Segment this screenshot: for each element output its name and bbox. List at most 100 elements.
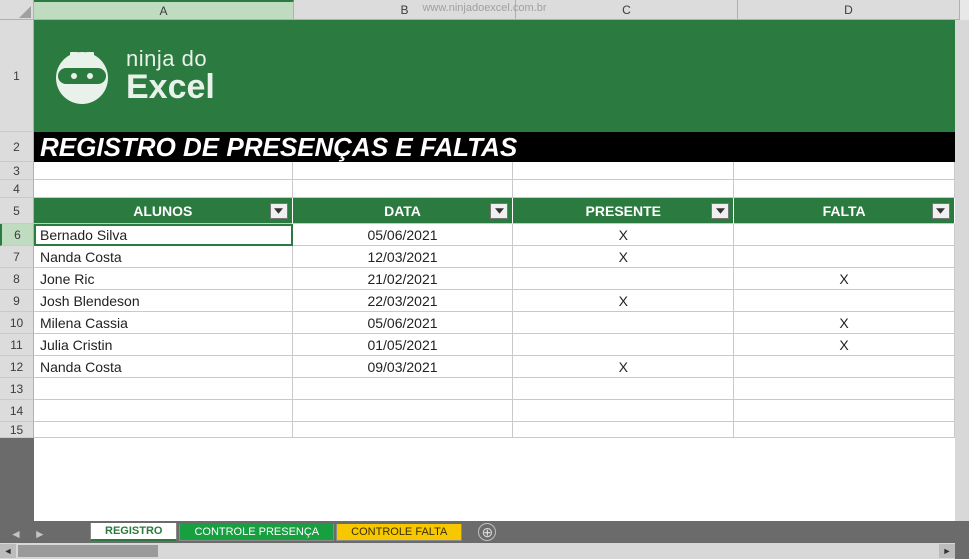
cell-presente[interactable]: X (513, 246, 734, 268)
cell-aluno[interactable]: Jone Ric (34, 268, 293, 290)
tab-label: CONTROLE FALTA (351, 526, 447, 538)
cell-falta[interactable]: X (734, 334, 955, 356)
sheet-prev-icon[interactable]: ◄ (10, 527, 22, 541)
filter-button-presente[interactable] (711, 203, 729, 219)
row-header[interactable]: 2 (0, 132, 34, 162)
sheet-next-icon[interactable]: ► (34, 527, 46, 541)
header-presente[interactable]: PRESENTE (513, 198, 734, 224)
cell-presente[interactable]: X (513, 290, 734, 312)
header-falta-label: FALTA (823, 203, 866, 219)
cell-falta[interactable] (734, 224, 955, 246)
table-row: Nanda Costa09/03/2021X (34, 356, 955, 378)
vertical-scrollbar[interactable] (955, 20, 969, 521)
row-header[interactable]: 14 (0, 400, 34, 422)
logo-line2: Excel (126, 70, 215, 106)
table-row: Julia Cristin01/05/2021 X (34, 334, 955, 356)
cell-presente[interactable] (513, 334, 734, 356)
row-header[interactable]: 4 (0, 180, 34, 198)
row-header[interactable]: 11 (0, 334, 34, 356)
select-all-button[interactable] (0, 0, 34, 20)
cell-falta[interactable]: X (734, 312, 955, 334)
logo-row: ninja do Excel (34, 20, 955, 132)
column-header[interactable]: D (738, 0, 960, 20)
row-header[interactable]: 6 (0, 224, 34, 246)
chevron-down-icon (936, 208, 945, 214)
cell-falta[interactable] (734, 246, 955, 268)
chevron-down-icon (716, 208, 725, 214)
cell-aluno[interactable]: Bernado Silva (34, 224, 293, 246)
row-header[interactable]: 12 (0, 356, 34, 378)
row-header[interactable]: 10 (0, 312, 34, 334)
scroll-thumb[interactable] (18, 545, 158, 557)
cell-aluno[interactable]: Milena Cassia (34, 312, 293, 334)
cell-data[interactable]: 22/03/2021 (293, 290, 514, 312)
header-data[interactable]: DATA (293, 198, 514, 224)
add-sheet-button[interactable]: ⊕ (478, 523, 496, 541)
column-header[interactable]: A (34, 0, 294, 20)
table-row: Jone Ric21/02/2021 X (34, 268, 955, 290)
blank-row-14 (34, 400, 955, 422)
column-header[interactable]: B (294, 0, 516, 20)
tab-controle-falta[interactable]: CONTROLE FALTA (336, 524, 462, 541)
cell-data[interactable]: 01/05/2021 (293, 334, 514, 356)
row-header[interactable]: 3 (0, 162, 34, 180)
scroll-right-button[interactable]: ► (939, 544, 955, 558)
cell-presente[interactable] (513, 268, 734, 290)
sheet-nav-arrows[interactable]: ◄ ► (10, 527, 46, 541)
row-header[interactable]: 7 (0, 246, 34, 268)
cell-aluno[interactable]: Josh Blendeson (34, 290, 293, 312)
cell-data[interactable]: 12/03/2021 (293, 246, 514, 268)
page-title: REGISTRO DE PRESENÇAS E FALTAS (34, 132, 955, 162)
tab-label: CONTROLE PRESENÇA (194, 526, 319, 538)
cell-data[interactable]: 05/06/2021 (293, 224, 514, 246)
excel-window: www.ninjadoexcel.com.br ABCD 12345678910… (0, 0, 969, 559)
cell-presente[interactable]: X (513, 356, 734, 378)
header-presente-label: PRESENTE (586, 203, 661, 219)
filter-button-falta[interactable] (932, 203, 950, 219)
logo-cell: ninja do Excel (34, 20, 955, 132)
header-alunos[interactable]: ALUNOS (34, 198, 293, 224)
filter-button-alunos[interactable] (270, 203, 288, 219)
row-header[interactable]: 15 (0, 422, 34, 438)
header-falta[interactable]: FALTA (734, 198, 955, 224)
row-header[interactable]: 1 (0, 20, 34, 132)
tab-label: REGISTRO (105, 525, 162, 537)
logo-text: ninja do Excel (126, 47, 215, 106)
table-row: Josh Blendeson22/03/2021X (34, 290, 955, 312)
blank-row-15 (34, 422, 955, 438)
cell-data[interactable]: 05/06/2021 (293, 312, 514, 334)
cell-data[interactable]: 21/02/2021 (293, 268, 514, 290)
header-data-label: DATA (384, 203, 421, 219)
blank-row-13 (34, 378, 955, 400)
row-header[interactable]: 13 (0, 378, 34, 400)
row-header[interactable]: 8 (0, 268, 34, 290)
tab-registro[interactable]: REGISTRO (90, 523, 177, 541)
blank-row-3 (34, 162, 955, 180)
cell-presente[interactable]: X (513, 224, 734, 246)
cell-aluno[interactable]: Nanda Costa (34, 356, 293, 378)
row-header[interactable]: 9 (0, 290, 34, 312)
table-header-row: ALUNOS DATA PRESENTE FALTA (34, 198, 955, 224)
row-header[interactable]: 5 (0, 198, 34, 224)
cell-falta[interactable] (734, 290, 955, 312)
plus-icon: ⊕ (481, 524, 493, 541)
select-all-triangle-icon (19, 6, 31, 18)
spreadsheet-grid[interactable]: ninja do Excel REGISTRO DE PRESENÇAS E F… (34, 20, 955, 559)
scroll-left-button[interactable]: ◄ (0, 544, 16, 558)
tab-controle-presenca[interactable]: CONTROLE PRESENÇA (179, 524, 334, 541)
column-header[interactable]: C (516, 0, 738, 20)
horizontal-scrollbar[interactable]: ◄ ► (0, 543, 955, 559)
tab-bar: ◄ ► REGISTRO CONTROLE PRESENÇA CONTROLE … (0, 521, 969, 559)
header-alunos-label: ALUNOS (133, 203, 192, 219)
filter-button-data[interactable] (490, 203, 508, 219)
logo-line1: ninja do (126, 47, 215, 70)
title-row: REGISTRO DE PRESENÇAS E FALTAS (34, 132, 955, 162)
cell-aluno[interactable]: Julia Cristin (34, 334, 293, 356)
cell-falta[interactable] (734, 356, 955, 378)
ninja-excel-logo-icon (50, 44, 114, 108)
blank-row-4 (34, 180, 955, 198)
cell-aluno[interactable]: Nanda Costa (34, 246, 293, 268)
cell-data[interactable]: 09/03/2021 (293, 356, 514, 378)
cell-presente[interactable] (513, 312, 734, 334)
cell-falta[interactable]: X (734, 268, 955, 290)
